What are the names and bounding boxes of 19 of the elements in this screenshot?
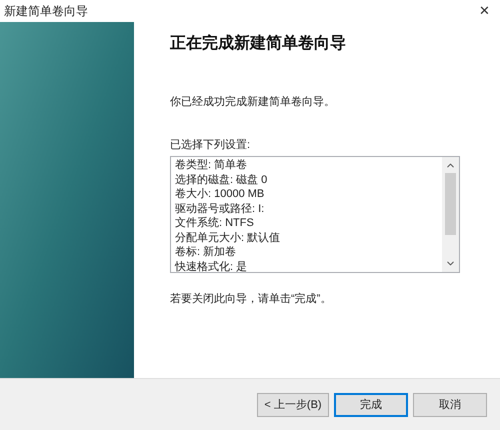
intro-text: 你已经成功完成新建简单卷向导。 — [170, 94, 336, 110]
scrollbar-thumb[interactable] — [445, 173, 456, 235]
wizard-button[interactable]: 完成 — [334, 393, 408, 417]
setting-line: 快速格式化: 是 — [175, 260, 248, 272]
settings-listbox[interactable]: 卷类型: 简单卷 选择的磁盘: 磁盘 0 卷大小: 10000 MB 驱动器号或路径: I: 文件系统: NTFS 分配单元大小: 默认值 卷标: 新加卷 快速格式化: 是 — [170, 156, 460, 273]
setting-line: 卷大小: 10000 MB — [175, 187, 266, 202]
setting-line: 卷类型: 简单卷 — [175, 158, 248, 172]
setting-line: 选择的磁盘: 磁盘 0 — [175, 172, 268, 187]
settings-label: 已选择下列设置: — [170, 138, 252, 152]
wizard-button[interactable]: 取消 — [413, 393, 487, 417]
close-button[interactable]: ✕ — [479, 1, 490, 21]
setting-line: 分配单元大小: 默认值 — [175, 230, 282, 245]
wizard-button[interactable]: < 上一步(B) — [257, 393, 329, 417]
setting-line: 文件系统: NTFS — [175, 216, 255, 230]
setting-line: 卷标: 新加卷 — [175, 245, 238, 260]
closing-note: 若要关闭此向导，请单击“完成”。 — [170, 292, 332, 307]
wizard-heading: 正在完成新建简单卷向导 — [170, 34, 347, 54]
window-title: 新建简单卷向导 — [4, 3, 88, 20]
setting-line: 驱动器号或路径: I: — [175, 202, 266, 216]
